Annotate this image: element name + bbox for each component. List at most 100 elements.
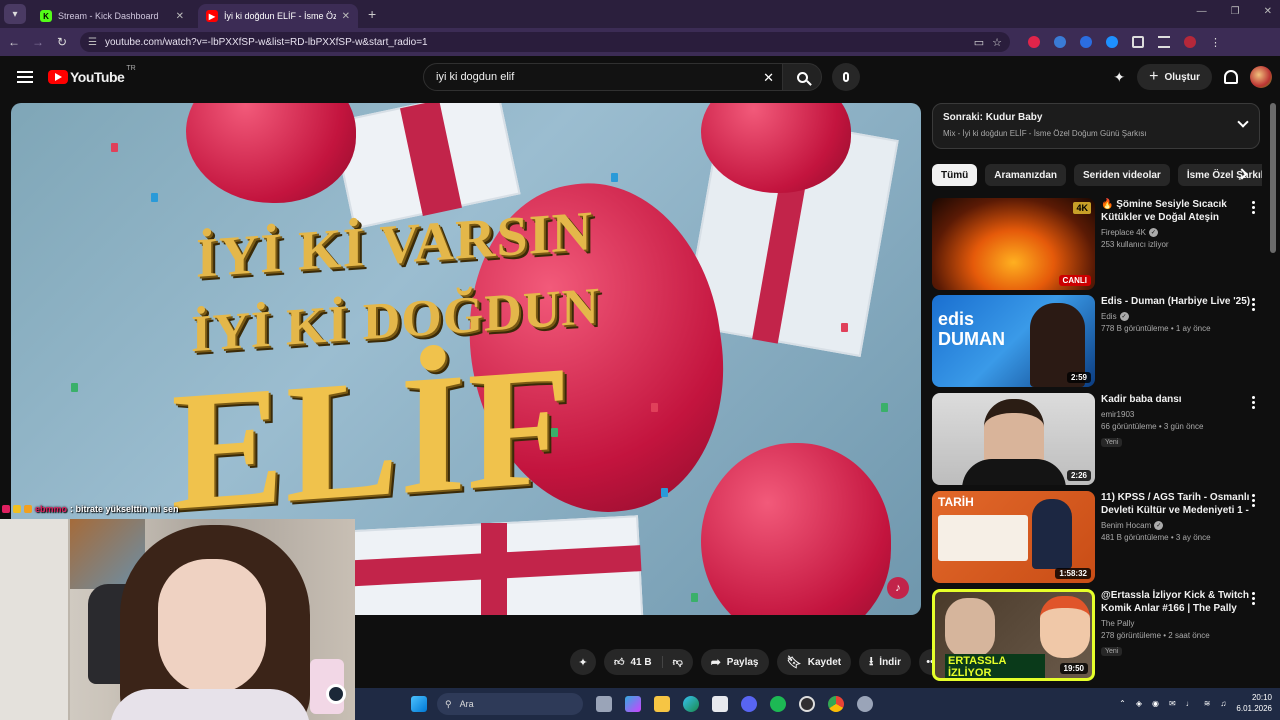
chat-text: : bitrate yükselttin mi sen xyxy=(70,504,179,514)
menu-dots-icon[interactable]: ⋮ xyxy=(1210,36,1221,49)
download-icon: ⭳ xyxy=(869,653,874,668)
bookmark-star-icon[interactable]: ☆ xyxy=(992,36,1002,49)
more-options-icon[interactable] xyxy=(1252,494,1256,507)
like-button[interactable]: 👍︎ 41 B xyxy=(604,656,663,668)
forward-icon[interactable]: → xyxy=(26,35,50,49)
video-thumbnail[interactable]: 4K CANLI xyxy=(932,198,1095,290)
logo-text: YouTube xyxy=(70,69,125,85)
browser-tab-strip: ▾ K Stream - Kick Dashboard ✕ ▶ İyi ki d… xyxy=(0,0,1280,28)
up-next-card[interactable]: Sonraki: Kudur Baby Mix - İyi ki doğdun … xyxy=(932,103,1260,149)
video-title: 11) KPSS / AGS Tarih - Osmanlı Devleti K… xyxy=(1101,492,1250,516)
settings-gear-icon[interactable] xyxy=(857,696,873,712)
minimize-icon[interactable]: — xyxy=(1197,6,1207,17)
download-button[interactable]: ⭳ İndir xyxy=(859,649,911,675)
obs-icon[interactable] xyxy=(799,696,815,712)
chip-from-search[interactable]: Aramanızdan xyxy=(985,164,1067,186)
clear-search-icon[interactable]: ✕ xyxy=(763,70,774,86)
more-options-icon[interactable] xyxy=(1252,298,1256,311)
tab-kick-dashboard[interactable]: K Stream - Kick Dashboard ✕ xyxy=(32,4,192,28)
ai-sparkle-icon[interactable]: ✦ xyxy=(1113,69,1125,86)
windows-start-icon[interactable] xyxy=(411,696,427,712)
video-thumbnail[interactable]: ERTASSLA İZLİYOR 19:50 xyxy=(932,589,1095,681)
video-thumbnail[interactable]: TARİH 1:58:32 xyxy=(932,491,1095,583)
channel-name: Edis ✓ xyxy=(1101,312,1129,321)
close-window-icon[interactable]: ✕ xyxy=(1264,6,1272,17)
video-info: Edis - Duman (Harbiye Live '25) Edis ✓ 77… xyxy=(1101,295,1251,387)
new-tab-button[interactable]: + xyxy=(368,6,376,22)
bookmark-icon: 🔖︎ xyxy=(786,655,802,669)
address-bar[interactable]: ☰ youtube.com/watch?v=-lbPXXfSP-w&list=R… xyxy=(80,32,1010,52)
close-icon[interactable]: ✕ xyxy=(176,11,184,22)
video-thumbnail[interactable]: edis DUMAN 2:59 xyxy=(932,295,1095,387)
recommendation-item[interactable]: ERTASSLA İZLİYOR 19:50 @Ertassla İzliyor… xyxy=(932,589,1272,681)
chip-name-songs[interactable]: İsme Özel Şarkılar xyxy=(1177,164,1262,186)
chevron-up-icon[interactable]: ⌃ xyxy=(1119,699,1126,708)
discord-icon[interactable] xyxy=(741,696,757,712)
taskbar-search-placeholder: Ara xyxy=(459,699,474,709)
tab-search-button[interactable]: ▾ xyxy=(4,4,26,24)
video-thumbnail[interactable]: 2:26 xyxy=(932,393,1095,485)
back-icon[interactable]: ← xyxy=(2,35,26,49)
recommendation-item[interactable]: TARİH 1:58:32 11) KPSS / AGS Tarih - Osm… xyxy=(932,491,1272,583)
site-info-icon[interactable]: ☰ xyxy=(88,37,97,48)
like-dislike-group: 👍︎ 41 B 👎︎ xyxy=(604,649,693,675)
wifi-icon[interactable]: ≋ xyxy=(1204,699,1211,708)
microphone-icon[interactable]: ♩ xyxy=(1186,699,1194,708)
voice-search-button[interactable] xyxy=(832,63,860,91)
more-options-icon[interactable] xyxy=(1252,592,1256,605)
system-tray: ⌃ ◈ ◉ ✉ ♩ ≋ ♫ 20:10 6.01.2026 xyxy=(1119,692,1272,714)
volume-icon[interactable]: ♫ xyxy=(1220,699,1226,708)
task-view-icon[interactable] xyxy=(596,696,612,712)
extension-icon[interactable] xyxy=(1106,36,1118,48)
chrome-icon[interactable] xyxy=(828,696,844,712)
edge-icon[interactable] xyxy=(683,696,699,712)
dislike-button[interactable]: 👎︎ xyxy=(663,656,693,668)
store-icon[interactable] xyxy=(712,696,728,712)
recommendation-item[interactable]: 4K CANLI 🔥 Şömine Sesiyle Sıcacık Kütükl… xyxy=(932,198,1272,290)
create-button[interactable]: + Oluştur xyxy=(1137,64,1212,90)
search-button[interactable] xyxy=(782,63,822,91)
ask-ai-sparkle-button[interactable]: ✦ xyxy=(570,649,596,675)
file-explorer-icon[interactable] xyxy=(654,696,670,712)
search-input[interactable]: iyi ki dogdun elif ✕ xyxy=(423,63,783,91)
extension-icon[interactable] xyxy=(1080,36,1092,48)
clock[interactable]: 20:10 6.01.2026 xyxy=(1236,692,1272,714)
profile-avatar-icon[interactable] xyxy=(1184,36,1196,48)
taskbar-search[interactable]: ⚲ Ara xyxy=(437,693,583,715)
tab-youtube-video[interactable]: ▶ İyi ki doğdun ELİF - İsme Özel D ✕ xyxy=(198,4,358,28)
close-icon[interactable]: ✕ xyxy=(342,11,350,22)
share-button[interactable]: ➦ Paylaş xyxy=(700,649,769,675)
save-button[interactable]: 🔖︎ Kaydet xyxy=(776,649,852,675)
recommendation-item[interactable]: 2:26 Kadir baba dansı emir1903 66 görünt… xyxy=(932,393,1272,485)
tray-app-icon[interactable]: ✉ xyxy=(1169,699,1176,708)
tray-app-icon[interactable]: ◉ xyxy=(1152,699,1159,708)
thumbnail-badge: ERTASSLA İZLİYOR xyxy=(945,654,1045,678)
channel-watermark-icon[interactable]: ♪ xyxy=(887,577,909,599)
youtube-logo[interactable]: YouTube TR xyxy=(48,65,136,85)
restore-icon[interactable]: ❐ xyxy=(1231,6,1240,17)
spotify-icon[interactable] xyxy=(770,696,786,712)
up-next-title: Sonraki: Kudur Baby xyxy=(943,112,1043,123)
window-controls: — ❐ ✕ xyxy=(1197,6,1272,17)
chip-all[interactable]: Tümü xyxy=(932,164,978,186)
copilot-icon[interactable] xyxy=(625,696,641,712)
account-avatar[interactable] xyxy=(1250,66,1272,88)
extension-icon[interactable] xyxy=(1054,36,1066,48)
menu-icon[interactable] xyxy=(17,71,33,83)
tray-app-icon[interactable]: ◈ xyxy=(1136,699,1142,708)
recommendation-item[interactable]: edis DUMAN 2:59 Edis - Duman (Harbiye Li… xyxy=(932,295,1272,387)
extension-icon[interactable] xyxy=(1028,36,1040,48)
clock-date: 6.01.2026 xyxy=(1236,704,1272,713)
reload-icon[interactable]: ↻ xyxy=(50,35,74,49)
country-code: TR xyxy=(126,65,136,72)
more-options-icon[interactable] xyxy=(1252,396,1256,409)
install-icon[interactable]: ▭ xyxy=(974,36,984,49)
sidebar-scrollbar[interactable] xyxy=(1270,103,1276,253)
reading-list-icon[interactable] xyxy=(1158,36,1170,48)
youtube-header: YouTube TR iyi ki dogdun elif ✕ ✦ + Oluş… xyxy=(0,56,1280,98)
chip-series-videos[interactable]: Seriden videolar xyxy=(1074,164,1170,186)
save-label: Kaydet xyxy=(807,656,842,668)
notifications-bell-icon[interactable] xyxy=(1224,70,1238,84)
puzzle-icon[interactable] xyxy=(1132,36,1144,48)
more-options-icon[interactable] xyxy=(1252,201,1256,214)
